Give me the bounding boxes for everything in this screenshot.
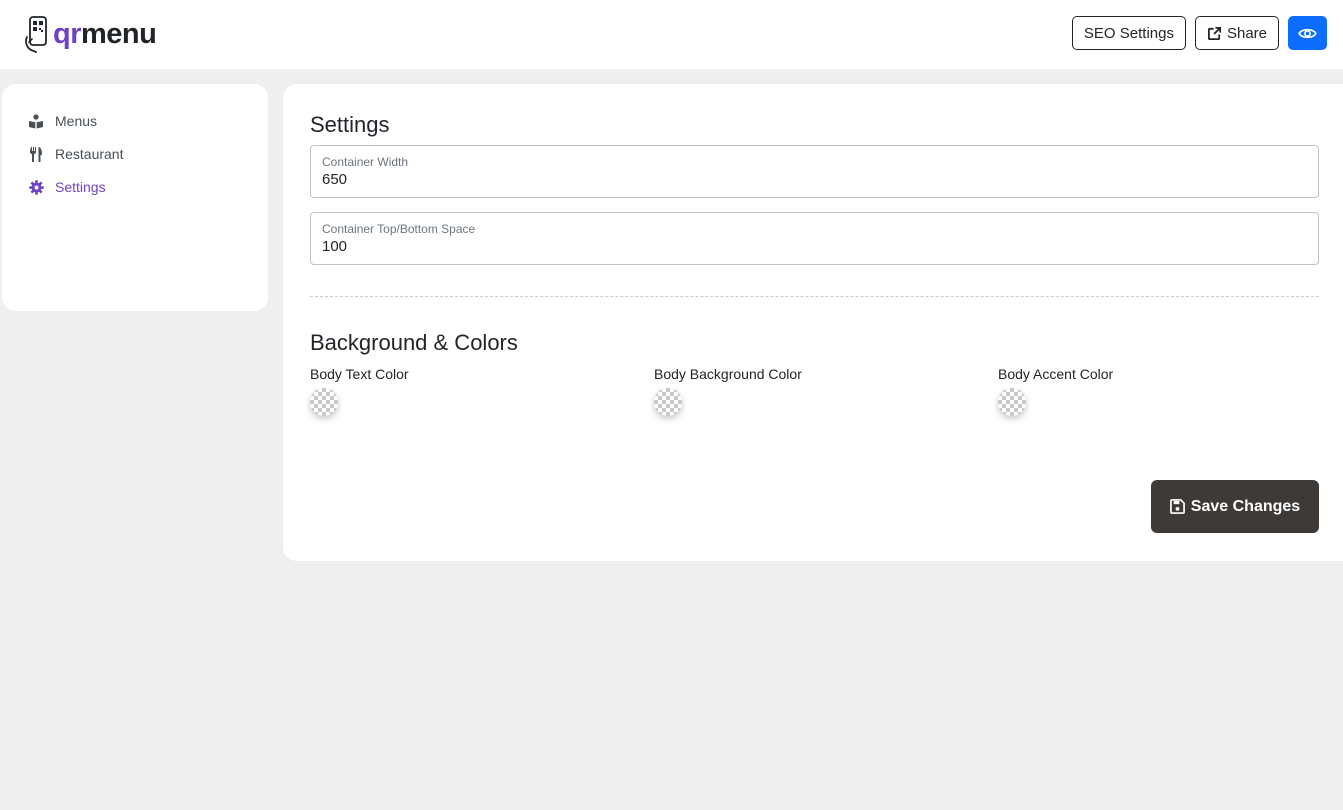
- settings-panel: Settings Container Width Container Top/B…: [283, 84, 1343, 561]
- logo[interactable]: qrmenu: [24, 15, 157, 53]
- brand-accent: qr: [53, 17, 82, 50]
- section-divider: [310, 296, 1319, 297]
- brand-name: qrmenu: [53, 17, 157, 50]
- phone-qr-icon: [25, 16, 47, 53]
- brand-rest: menu: [81, 17, 157, 50]
- body-accent-color-group: Body Accent Color: [998, 366, 1113, 416]
- external-link-icon: [1207, 26, 1221, 40]
- save-changes-label: Save Changes: [1190, 497, 1301, 515]
- seo-settings-button[interactable]: SEO Settings: [1071, 16, 1186, 50]
- body-text-color-label: Body Text Color: [310, 366, 409, 382]
- sidebar: Menus Restaurant Settings: [2, 84, 268, 311]
- seo-settings-label: SEO Settings: [1083, 24, 1174, 42]
- sidebar-item-label: Restaurant: [55, 146, 124, 162]
- utensils-icon: [27, 146, 45, 162]
- container-width-field[interactable]: Container Width: [310, 145, 1319, 198]
- body-background-color-swatch[interactable]: [654, 388, 682, 416]
- body-background-color-label: Body Background Color: [654, 366, 802, 382]
- body-text-color-swatch[interactable]: [310, 388, 338, 416]
- preview-button[interactable]: [1288, 16, 1327, 50]
- share-button[interactable]: Share: [1194, 16, 1279, 50]
- body-text-color-group: Body Text Color: [310, 366, 409, 416]
- sidebar-item-settings[interactable]: Settings: [27, 176, 106, 198]
- top-actions: SEO Settings Share: [1071, 16, 1327, 50]
- sidebar-item-label: Menus: [55, 113, 98, 129]
- sidebar-item-menus[interactable]: Menus: [27, 110, 97, 132]
- settings-title: Settings: [310, 112, 390, 137]
- container-width-input[interactable]: [322, 171, 1222, 188]
- body-accent-color-label: Body Accent Color: [998, 366, 1114, 382]
- colors-title: Background & Colors: [310, 330, 518, 355]
- save-changes-button[interactable]: Save Changes: [1151, 480, 1319, 533]
- body-accent-color-swatch[interactable]: [998, 388, 1026, 416]
- container-space-input[interactable]: [322, 238, 1222, 255]
- sidebar-item-restaurant[interactable]: Restaurant: [27, 143, 123, 165]
- menu-book-icon: [27, 113, 45, 129]
- container-space-field[interactable]: Container Top/Bottom Space: [310, 212, 1319, 265]
- gear-icon: [27, 179, 45, 195]
- top-bar: qrmenu SEO Settings Share: [0, 0, 1343, 69]
- container-width-label: Container Width: [322, 155, 409, 169]
- share-label: Share: [1226, 24, 1267, 42]
- eye-icon: [1298, 28, 1317, 38]
- container-space-label: Container Top/Bottom Space: [322, 222, 476, 236]
- sidebar-item-label: Settings: [55, 179, 106, 195]
- floppy-disk-icon: [1169, 499, 1185, 514]
- body-background-color-group: Body Background Color: [654, 366, 802, 416]
